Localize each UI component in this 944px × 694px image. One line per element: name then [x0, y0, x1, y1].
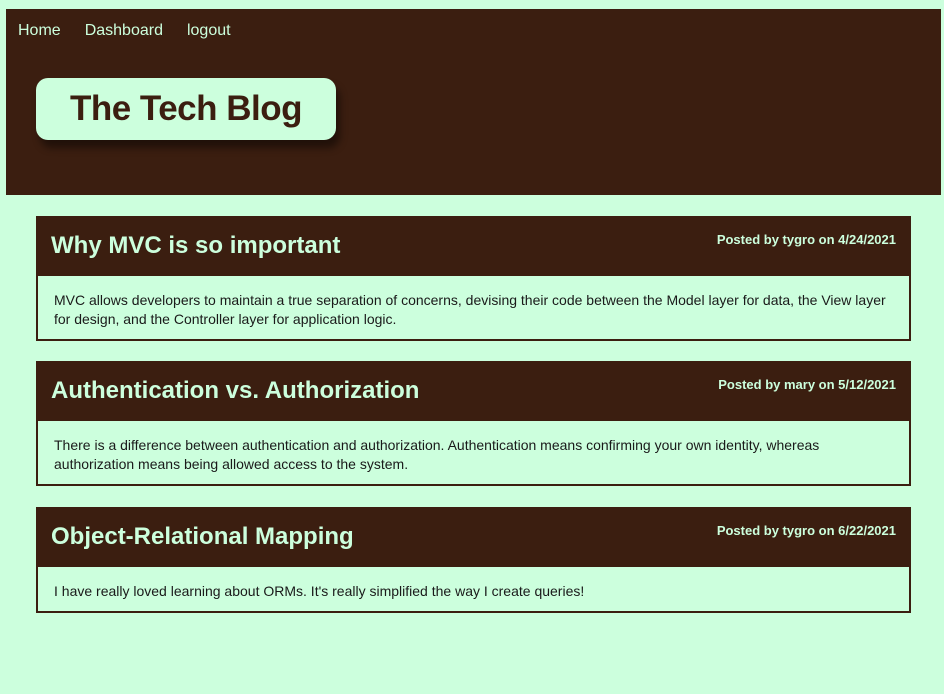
- post-body: There is a difference between authentica…: [54, 437, 820, 472]
- post-header: Object-Relational Mapping Posted by tygr…: [38, 509, 909, 567]
- nav-dashboard-link[interactable]: Dashboard: [85, 21, 163, 41]
- nav-home-link[interactable]: Home: [18, 21, 61, 41]
- post-header: Why MVC is so important Posted by tygro …: [38, 218, 909, 276]
- post-card[interactable]: Authentication vs. Authorization Posted …: [36, 361, 911, 486]
- site-title: The Tech Blog: [69, 89, 303, 128]
- post-title[interactable]: Why MVC is so important: [51, 232, 340, 260]
- post-meta: Posted by tygro on 4/24/2021: [716, 232, 896, 247]
- post-header: Authentication vs. Authorization Posted …: [38, 363, 909, 421]
- main-nav: Home Dashboard logout: [18, 21, 231, 41]
- post-card[interactable]: Object-Relational Mapping Posted by tygr…: [36, 507, 911, 613]
- site-header: Home Dashboard logout The Tech Blog: [6, 9, 941, 195]
- post-meta: Posted by mary on 5/12/2021: [718, 377, 896, 392]
- post-card[interactable]: Why MVC is so important Posted by tygro …: [36, 216, 911, 341]
- post-body: I have really loved learning about ORMs.…: [54, 583, 585, 599]
- nav-logout-link[interactable]: logout: [187, 21, 231, 41]
- post-title[interactable]: Authentication vs. Authorization: [51, 377, 419, 405]
- site-title-box: The Tech Blog: [36, 78, 336, 140]
- post-title[interactable]: Object-Relational Mapping: [51, 523, 354, 551]
- post-body: MVC allows developers to maintain a true…: [54, 292, 886, 327]
- post-meta: Posted by tygro on 6/22/2021: [716, 523, 896, 538]
